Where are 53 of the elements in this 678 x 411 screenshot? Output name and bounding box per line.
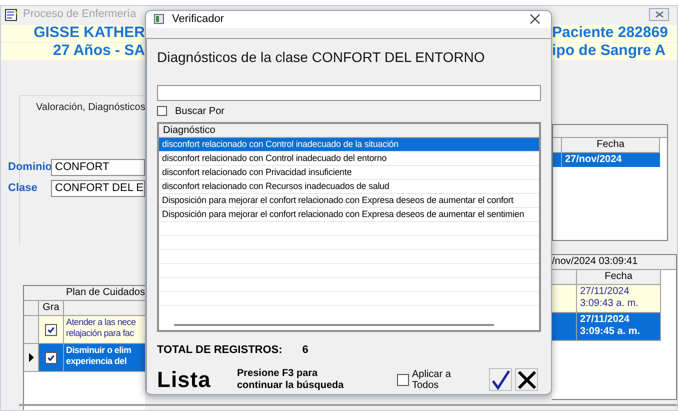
text-field[interactable]: CONFORT — [51, 159, 145, 176]
table-title: Plan de Cuidados — [24, 286, 145, 301]
mode-label: Lista — [157, 366, 212, 394]
table-cell — [552, 313, 577, 341]
table-cell: Disminuir o elim experiencia del — [64, 344, 145, 371]
checkbox[interactable] — [397, 374, 409, 386]
list-item[interactable]: disconfort relacionado con Control inadecuado del entorno — [159, 152, 539, 166]
list-item[interactable]: disconfort relacionado con Privacidad insuficiente — [159, 166, 539, 180]
close-icon — [530, 14, 540, 24]
total-value: 6 — [302, 342, 308, 358]
window-title: Proceso de Enfermería — [23, 7, 136, 22]
checkbox[interactable] — [45, 352, 57, 364]
patient-header: 27 Años - SA — [53, 43, 145, 60]
text-field[interactable]: CONFORT DEL E — [51, 180, 145, 197]
field-label: Clase — [8, 181, 38, 196]
checkbox-label: Aplicar a Todos — [412, 368, 451, 390]
close-icon — [516, 370, 536, 390]
checkbox[interactable] — [45, 324, 57, 336]
column-header: Fecha — [577, 270, 661, 285]
app-icon — [154, 14, 164, 24]
list-item[interactable]: Disposición para mejorar el confort relacionado con Expresa deseos de aumentar el confort — [159, 194, 539, 208]
table-cell: 27/nov/2024 — [562, 153, 660, 167]
table-cell: 27/11/2024 3:09:45 a. m. — [577, 313, 661, 341]
patient-header: ipo de Sangre A — [552, 41, 666, 62]
close-icon — [654, 11, 664, 18]
column-header: Fecha — [562, 138, 660, 153]
table-title: /nov/2024 03:09:41 — [552, 255, 676, 270]
table-cell — [552, 285, 577, 313]
checkbox[interactable] — [157, 106, 167, 116]
row-header-cell[interactable] — [24, 344, 39, 371]
table-cell: Atender a las nece relajación para fac — [64, 316, 145, 343]
cancel-button[interactable] — [515, 368, 538, 391]
confirm-button[interactable] — [489, 368, 512, 391]
list-item[interactable]: disconfort relacionado con Control inadecuado de la situación — [159, 138, 539, 152]
dialog-heading: Diagnósticos de la clase CONFORT DEL ENTORNO — [157, 48, 486, 67]
column-header: Gra — [39, 301, 64, 315]
patient-header: GISSE KATHER — [34, 25, 145, 42]
check-icon — [490, 370, 510, 390]
list-item[interactable]: Disposición para mejorar el confort relacionado con Expresa deseos de aumentar el sentimien — [159, 208, 539, 222]
row-header-cell[interactable] — [24, 316, 39, 343]
checkbox-label: Buscar Por — [175, 104, 224, 118]
table-cell: 27/11/2024 3:09:43 a. m. — [577, 285, 661, 313]
patient-header: Paciente 282869 — [552, 23, 668, 44]
app-icon — [5, 8, 19, 20]
field-label: Dominio — [8, 160, 51, 176]
total-label: TOTAL DE REGISTROS: — [157, 342, 282, 358]
list-item[interactable]: disconfort relacionado con Recursos inadecuados de salud — [159, 180, 539, 194]
group-title: Valoración, Diagnósticos — [36, 101, 145, 115]
column-header: Diagnóstico — [159, 124, 539, 138]
hint-text: Presione F3 para continuar la búsqueda — [237, 368, 345, 392]
search-field[interactable] — [157, 84, 541, 100]
dialog-title: Verificador — [172, 12, 224, 27]
table-cell — [553, 153, 562, 167]
